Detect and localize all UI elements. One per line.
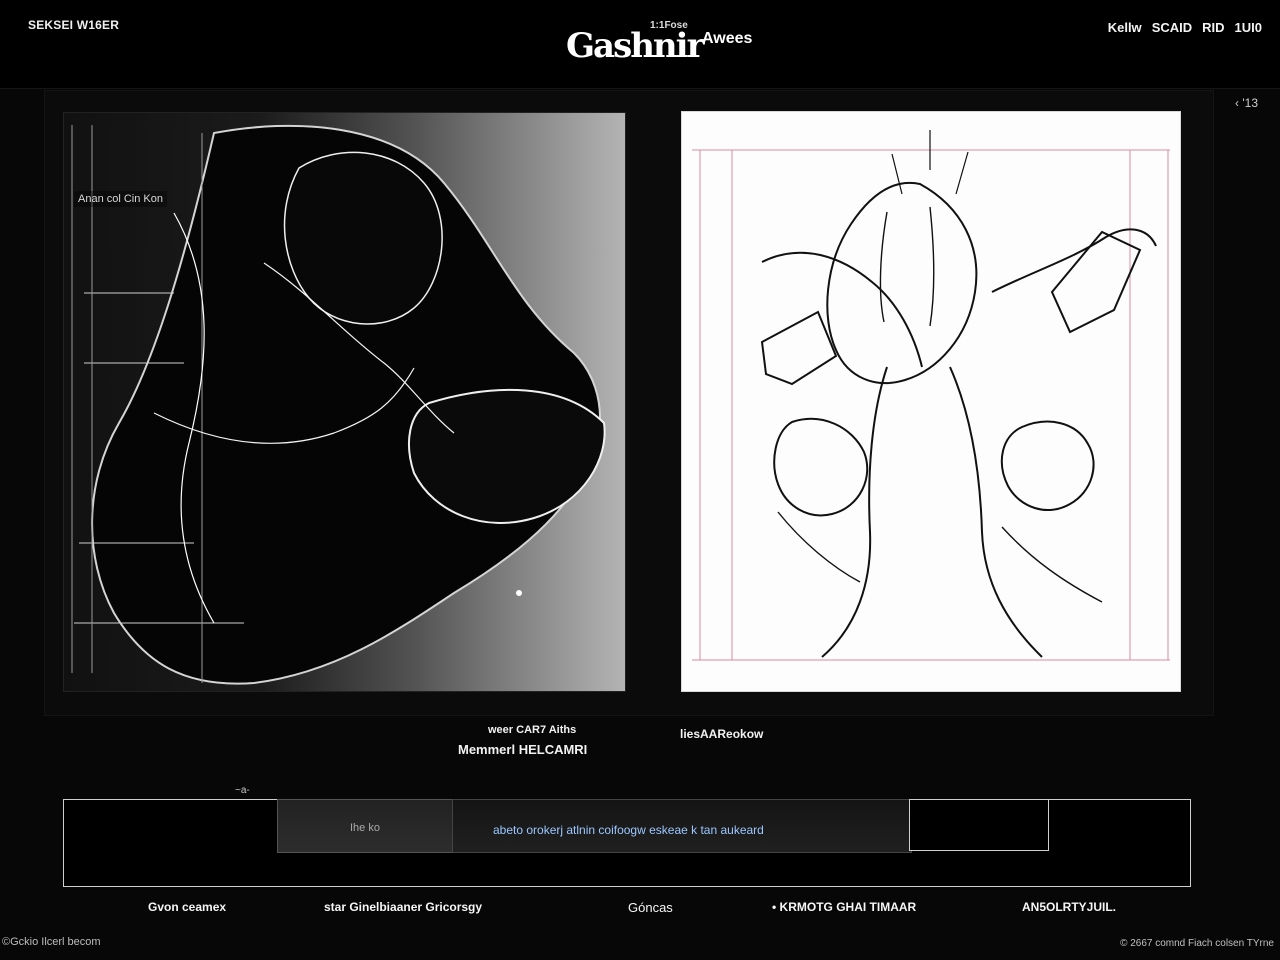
- bottom-label-2[interactable]: star Ginelbiaaner Gricorsgy: [324, 900, 482, 914]
- top-nav-item-2[interactable]: SCAID: [1152, 20, 1192, 35]
- top-nav-item-4[interactable]: 1UI0: [1235, 20, 1262, 35]
- logo-sub-text: Awees: [702, 30, 753, 47]
- top-bar: SEKSEI W16ER Gashnir 1:1Fose Awees Kellw…: [0, 0, 1280, 89]
- footer-left-text: ©Gckio Ilcerl becom: [2, 936, 101, 948]
- controls-center-info-text: abeto orokerj atlnin coifoogw eskeae k t…: [493, 823, 764, 837]
- controls-right-box[interactable]: [909, 799, 1049, 851]
- bottom-label-1[interactable]: Gvon ceamex: [148, 900, 226, 914]
- caption-line-2: Memmerl HELCAMRI: [458, 742, 588, 757]
- bottom-label-3[interactable]: Góncas: [628, 900, 673, 915]
- caption-line-3: liesAAReokow: [680, 727, 764, 741]
- footer-right-text: © 2667 comnd Fiach colsen TYrne: [1120, 938, 1274, 949]
- top-nav-item-3[interactable]: RID: [1202, 20, 1224, 35]
- bottom-label-4[interactable]: • KRMOTG GHAI TIMAAR: [772, 900, 916, 914]
- bottom-labels-row: Gvon ceamex star Ginelbiaaner Gricorsgy …: [0, 892, 1280, 922]
- logo-tag-text: 1:1Fose: [650, 20, 688, 31]
- right-sketch-art: [682, 112, 1180, 691]
- controls-left-tab-text: Ihe ko: [350, 822, 380, 834]
- controls-mini-label: ~a-: [235, 785, 250, 796]
- left-panel-label: Anan col Cin Kon: [74, 191, 167, 207]
- controls-strip: ~a- Ihe ko abeto orokerj atlnin coifoogw…: [63, 785, 1193, 887]
- caption-line-1: weer CAR7 Aiths: [488, 724, 577, 736]
- logo-main-text: Gashnir: [566, 26, 704, 66]
- top-nav-links: Kellw SCAID RID 1UI0: [1108, 20, 1262, 35]
- controls-left-tab[interactable]: Ihe ko: [277, 799, 453, 853]
- corner-mark: ‹ '13: [1235, 96, 1258, 110]
- site-logo[interactable]: Gashnir 1:1Fose Awees: [566, 20, 786, 70]
- top-nav-item-1[interactable]: Kellw: [1108, 20, 1142, 35]
- right-artwork-panel[interactable]: [681, 111, 1181, 692]
- controls-center-info[interactable]: abeto orokerj atlnin coifoogw eskeae k t…: [452, 799, 912, 853]
- left-artwork-panel[interactable]: Anan col Cin Kon: [63, 112, 626, 692]
- top-left-text[interactable]: SEKSEI W16ER: [28, 18, 119, 32]
- bottom-label-5[interactable]: AN5OLRTYJUIL.: [1022, 900, 1116, 914]
